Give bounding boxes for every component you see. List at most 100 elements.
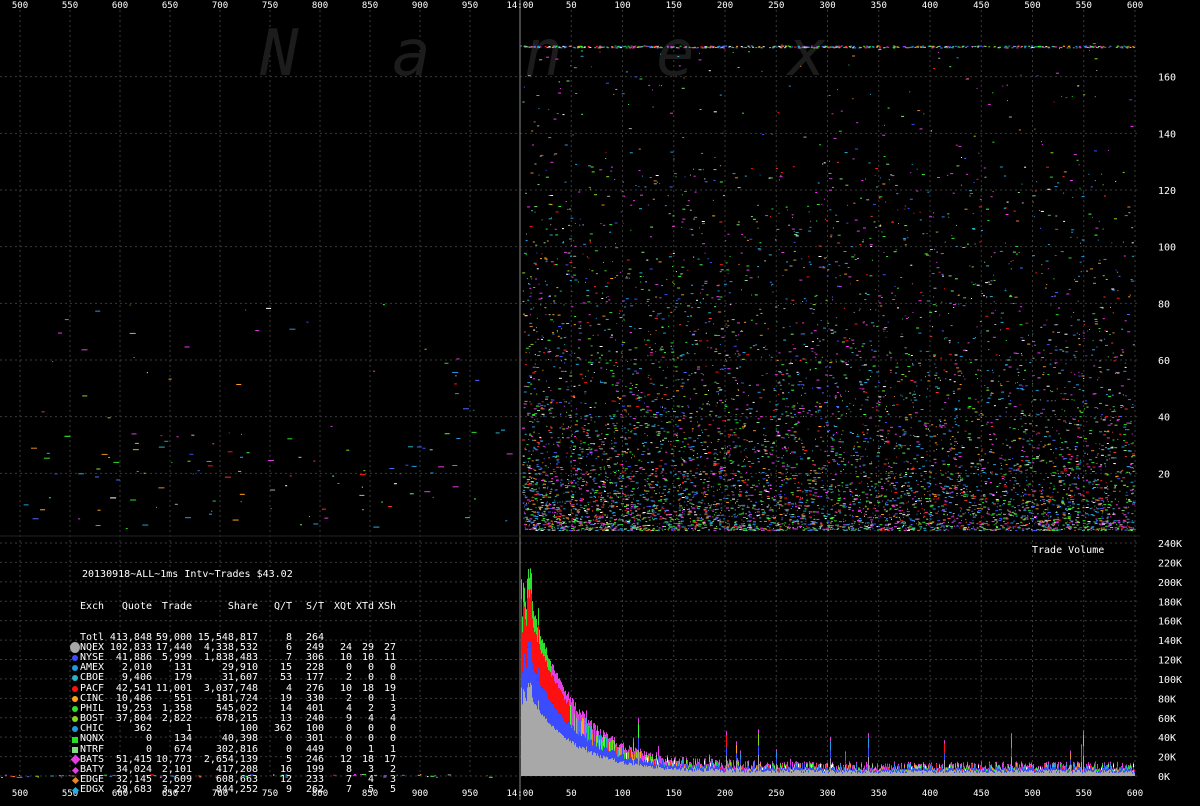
right-point [609, 312, 612, 313]
right-point [1010, 480, 1011, 481]
right-point [549, 413, 552, 414]
right-point [763, 478, 766, 479]
right-point [565, 371, 567, 372]
right-point [896, 404, 898, 405]
right-point [1059, 482, 1062, 483]
right-point [759, 517, 761, 518]
left-point [52, 361, 53, 362]
right-point [589, 449, 592, 450]
left-point [169, 379, 172, 380]
right-point [823, 489, 826, 490]
right-point [1000, 251, 1003, 252]
right-point [619, 509, 621, 510]
right-point [610, 510, 611, 511]
right-point [1054, 472, 1056, 473]
right-point [586, 522, 588, 523]
right-point [991, 256, 992, 257]
left-point [475, 380, 479, 381]
right-point [947, 175, 948, 176]
right-point [543, 497, 545, 498]
right-point [1106, 394, 1108, 395]
right-point [728, 434, 731, 435]
right-point [767, 475, 769, 476]
right-point [681, 227, 682, 228]
right-point [876, 372, 879, 373]
right-point [772, 498, 774, 499]
right-point [940, 527, 941, 528]
right-point [588, 338, 591, 339]
right-point [545, 465, 547, 466]
left-baseline-point [1, 777, 3, 778]
right-point [843, 521, 844, 522]
right-point [880, 225, 881, 226]
right-point [1071, 483, 1074, 484]
right-point [527, 444, 529, 445]
right-point [725, 485, 728, 486]
right-point [865, 179, 866, 180]
right-point [531, 522, 532, 523]
right-point [738, 505, 739, 506]
right-point [770, 401, 771, 402]
right-point [614, 438, 615, 439]
right-point [830, 523, 832, 524]
right-point [1011, 489, 1013, 490]
right-point [868, 397, 869, 398]
right-point [1048, 520, 1051, 521]
right-point [539, 437, 541, 438]
right-point [809, 211, 810, 212]
right-point [606, 83, 609, 84]
right-point [600, 529, 601, 530]
right-point [645, 486, 646, 487]
right-point [859, 294, 861, 295]
right-point [904, 462, 905, 463]
right-point [738, 353, 739, 354]
right-point [767, 526, 769, 527]
right-point [618, 477, 620, 478]
right-point [647, 435, 648, 436]
right-point [816, 354, 818, 355]
right-point [791, 385, 794, 386]
right-point [777, 457, 780, 458]
right-point [960, 489, 962, 490]
right-point [899, 477, 902, 478]
right-point [855, 149, 858, 150]
right-point [564, 252, 567, 253]
right-point [682, 508, 683, 509]
right-point [682, 497, 685, 498]
right-point [538, 184, 540, 185]
left-point [47, 453, 50, 454]
right-point [1092, 484, 1093, 485]
right-point [1068, 489, 1069, 490]
right-point [598, 530, 599, 531]
right-point [704, 453, 707, 454]
right-point [583, 244, 586, 245]
right-point [543, 529, 545, 530]
right-point [679, 503, 680, 504]
right-point [530, 404, 532, 405]
right-point [1097, 479, 1099, 480]
right-point [1064, 393, 1067, 394]
right-point [780, 496, 781, 497]
right-point [717, 520, 719, 521]
right-point [974, 502, 975, 503]
right-point [1094, 480, 1097, 481]
right-point [906, 318, 908, 319]
right-point [534, 388, 536, 389]
right-point [697, 453, 698, 454]
right-point [602, 205, 605, 206]
right-point [795, 506, 797, 507]
right-point [695, 344, 698, 345]
right-point [671, 342, 674, 343]
right-point [828, 430, 830, 431]
left-point [108, 417, 111, 418]
right-point [530, 484, 532, 485]
right-point [1016, 483, 1019, 484]
right-point [763, 468, 766, 469]
right-point [838, 526, 839, 527]
right-point [785, 270, 788, 271]
right-point [963, 376, 964, 377]
right-point [625, 470, 626, 471]
right-point [950, 444, 952, 445]
right-point [540, 499, 542, 500]
right-point [1021, 353, 1022, 354]
